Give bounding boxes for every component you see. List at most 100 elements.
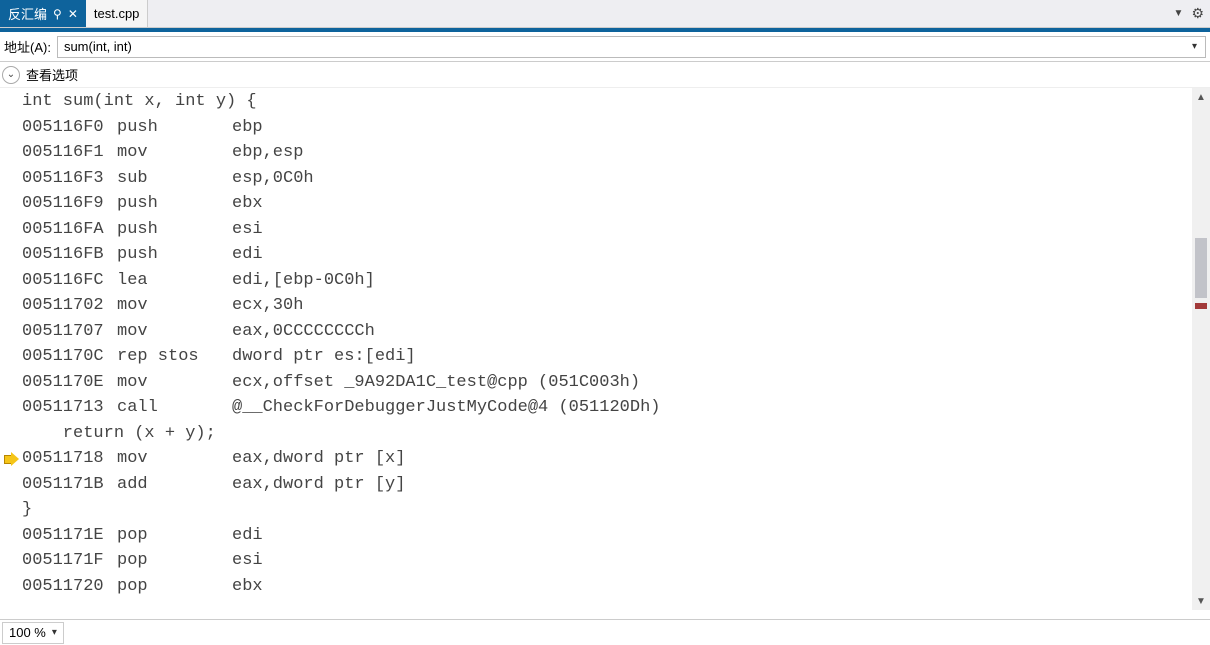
gutter-row[interactable] [0,268,22,294]
gutter-row[interactable] [0,319,22,345]
asm-line[interactable]: 00511718 moveax,dword ptr [x] [22,446,1210,472]
address-label: 地址(A): [4,37,51,56]
asm-mnemonic: add [117,472,232,498]
asm-line[interactable]: 005116FA pushesi [22,217,1210,243]
asm-mnemonic: push [117,217,232,243]
asm-operands: @__CheckForDebuggerJustMyCode@4 (051120D… [232,398,660,417]
gutter-row[interactable] [0,523,22,549]
asm-address: 005116FC [22,268,117,294]
asm-operands: dword ptr es:[edi] [232,347,416,366]
asm-line[interactable]: 005116F0 pushebp [22,115,1210,141]
gutter-row[interactable] [0,472,22,498]
scroll-down-icon[interactable]: ▼ [1192,592,1210,610]
chevron-down-icon[interactable]: ▾ [1190,41,1199,52]
tab-file[interactable]: test.cpp [86,0,149,27]
asm-address: 00511707 [22,319,117,345]
asm-mnemonic: push [117,191,232,217]
asm-line[interactable]: 005116F1 movebp,esp [22,140,1210,166]
asm-mnemonic: mov [117,370,232,396]
asm-operands: edi,[ebp-0C0h] [232,271,375,290]
gutter-row[interactable] [0,497,22,523]
asm-address: 0051171B [22,472,117,498]
source-line[interactable]: return (x + y); [22,421,1210,447]
scroll-up-icon[interactable]: ▲ [1192,88,1210,106]
asm-line[interactable]: 0051170E movecx,offset _9A92DA1C_test@cp… [22,370,1210,396]
asm-address: 0051170C [22,344,117,370]
close-icon[interactable]: ✕ [68,7,78,21]
address-input[interactable]: sum(int, int) ▾ [57,36,1206,58]
source-line[interactable]: } [22,497,1210,523]
gutter [0,88,22,626]
asm-mnemonic: pop [117,523,232,549]
scroll-thumb[interactable] [1195,238,1207,298]
gutter-row[interactable] [0,574,22,600]
asm-address: 005116FB [22,242,117,268]
source-line[interactable]: int sum(int x, int y) { [22,89,1210,115]
expand-options-icon[interactable]: ⌄ [2,66,20,84]
asm-line[interactable]: 0051171F popesi [22,548,1210,574]
asm-address: 0051171E [22,523,117,549]
gutter-row[interactable] [0,191,22,217]
gutter-row[interactable] [0,89,22,115]
asm-address: 005116F0 [22,115,117,141]
asm-mnemonic: sub [117,166,232,192]
chevron-down-icon[interactable]: ▾ [52,627,57,638]
asm-line[interactable]: 0051171B addeax,dword ptr [y] [22,472,1210,498]
gutter-row[interactable] [0,446,22,472]
gutter-row[interactable] [0,217,22,243]
zoom-selector[interactable]: 100 % ▾ [2,622,64,644]
asm-mnemonic: rep stos [117,344,232,370]
asm-line[interactable]: 00511713 call@__CheckForDebuggerJustMyCo… [22,395,1210,421]
tab-bar-right: ▼ ⚙ [1168,0,1210,27]
source-text: } [22,500,32,519]
gutter-row[interactable] [0,242,22,268]
asm-operands: eax,dword ptr [x] [232,449,405,468]
asm-mnemonic: push [117,115,232,141]
asm-line[interactable]: 005116FB pushedi [22,242,1210,268]
tab-disassembly[interactable]: 反汇编 ⚲ ✕ [0,0,86,27]
code-area[interactable]: int sum(int x, int y) {005116F0 pushebp0… [22,88,1210,626]
asm-operands: eax,0CCCCCCCCh [232,322,375,341]
window-options-icon[interactable]: ▼ [1174,8,1184,19]
asm-line[interactable]: 00511702 movecx,30h [22,293,1210,319]
gutter-row[interactable] [0,166,22,192]
status-bar: 100 % ▾ [0,619,1210,645]
asm-mnemonic: mov [117,293,232,319]
tab-label: test.cpp [94,6,140,21]
gutter-row[interactable] [0,370,22,396]
asm-line[interactable]: 00511707 moveax,0CCCCCCCCh [22,319,1210,345]
asm-line[interactable]: 00511720 popebx [22,574,1210,600]
gutter-row[interactable] [0,140,22,166]
asm-operands: eax,dword ptr [y] [232,475,405,494]
asm-line[interactable]: 0051171E popedi [22,523,1210,549]
asm-mnemonic: pop [117,548,232,574]
gutter-row[interactable] [0,115,22,141]
asm-operands: ebx [232,577,263,596]
asm-operands: ebx [232,194,263,213]
asm-line[interactable]: 005116F9 pushebx [22,191,1210,217]
asm-operands: ecx,offset _9A92DA1C_test@cpp (051C003h) [232,373,640,392]
source-text: return (x + y); [22,424,216,443]
gutter-row[interactable] [0,421,22,447]
disassembly-pane: int sum(int x, int y) {005116F0 pushebp0… [0,88,1210,626]
asm-address: 005116F9 [22,191,117,217]
asm-address: 0051170E [22,370,117,396]
gear-icon[interactable]: ⚙ [1191,5,1204,22]
asm-operands: edi [232,245,263,264]
tab-bar-spacer [148,0,1167,27]
asm-line[interactable]: 0051170C rep stosdword ptr es:[edi] [22,344,1210,370]
asm-address: 00511720 [22,574,117,600]
gutter-row[interactable] [0,344,22,370]
asm-operands: ebp,esp [232,143,303,162]
asm-line[interactable]: 005116F3 subesp,0C0h [22,166,1210,192]
vertical-scrollbar[interactable]: ▲ ▼ [1192,88,1210,610]
asm-mnemonic: push [117,242,232,268]
asm-mnemonic: lea [117,268,232,294]
asm-line[interactable]: 005116FC leaedi,[ebp-0C0h] [22,268,1210,294]
source-text: int sum(int x, int y) { [22,92,257,111]
gutter-row[interactable] [0,548,22,574]
asm-address: 00511713 [22,395,117,421]
gutter-row[interactable] [0,395,22,421]
gutter-row[interactable] [0,293,22,319]
pin-icon[interactable]: ⚲ [53,7,62,21]
